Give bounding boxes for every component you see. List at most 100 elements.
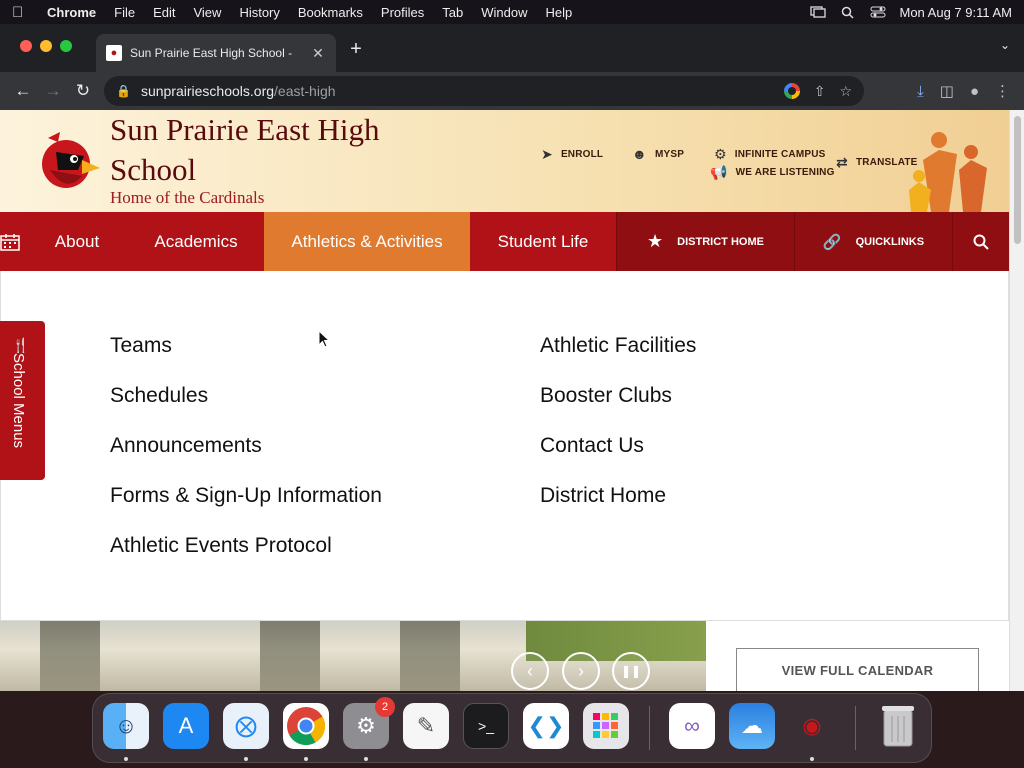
google-lens-icon[interactable] [783, 83, 800, 99]
nav-academics[interactable]: Academics [128, 212, 264, 271]
screen-mirroring-icon[interactable] [809, 6, 826, 18]
dropdown-link-announcements[interactable]: Announcements [110, 434, 262, 458]
zoom-window-button[interactable] [60, 40, 72, 52]
menu-bookmarks[interactable]: Bookmarks [289, 5, 372, 20]
we-are-listening-label: WE ARE LISTENING [735, 167, 835, 178]
quicklinks-label: QUICKLINKS [855, 235, 925, 248]
translate-icon: ⇄ [836, 154, 848, 170]
web-page: Sun Prairie East High School Home of the… [0, 110, 1024, 691]
dock-app-store-icon[interactable]: A [163, 703, 209, 749]
dock-vscode-icon[interactable]: ❮❯ [523, 703, 569, 749]
macos-dock: ☺ A ⨂ ⚙ 2 ✎ >_ ❮❯ ∞ ☁ ◉ [92, 693, 932, 763]
spotlight-search-icon[interactable] [840, 6, 856, 19]
nav-district-home[interactable]: ★ DISTRICT HOME [616, 212, 794, 271]
mysp-link[interactable]: ☻ MYSP [632, 146, 684, 162]
scrollbar-thumb[interactable] [1014, 116, 1021, 244]
translate-link[interactable]: ⇄ TRANSLATE [836, 154, 918, 171]
dock-chrome-icon[interactable] [283, 703, 329, 749]
chrome-menu-icon[interactable]: ⋮ [995, 82, 1010, 100]
nav-quicklinks[interactable]: 🔗 QUICKLINKS [794, 212, 952, 271]
apple-menu-icon[interactable]:  [12, 4, 38, 21]
dock-terminal-icon[interactable]: >_ [463, 703, 509, 749]
bookmark-star-icon[interactable]: ☆ [839, 83, 852, 100]
page-scrollbar[interactable] [1009, 110, 1024, 691]
nav-student-life[interactable]: Student Life [470, 212, 616, 271]
view-full-calendar-button[interactable]: VIEW FULL CALENDAR [736, 648, 979, 691]
dock-weather-icon[interactable]: ☁ [729, 703, 775, 749]
lock-icon[interactable]: 🔒 [116, 84, 131, 98]
running-indicator [244, 757, 248, 761]
dock-trash-icon[interactable] [875, 703, 921, 749]
macos-menubar:  Chrome File Edit View History Bookmark… [0, 0, 1024, 24]
cardinal-logo-icon[interactable] [38, 130, 102, 192]
dropdown-link-teams[interactable]: Teams [110, 334, 172, 358]
chrome-window: ● Sun Prairie East High School - ✕ + ⌄ ←… [0, 24, 1024, 691]
share-icon[interactable]: ⇧ [814, 83, 826, 100]
district-logo-icon: ★ [647, 231, 664, 251]
enroll-link[interactable]: ➤ ENROLL [541, 146, 603, 163]
side-panel-icon[interactable]: ◫ [940, 82, 954, 100]
athletics-dropdown-menu: Teams Schedules Announcements Forms & Si… [0, 271, 1009, 621]
school-tagline: Home of the Cardinals [110, 188, 265, 207]
nav-athletics-activities[interactable]: Athletics & Activities [264, 212, 470, 271]
dock-textedit-icon[interactable]: ✎ [403, 703, 449, 749]
gear-icon: ⚙ [714, 146, 727, 162]
new-tab-button[interactable]: + [344, 38, 368, 61]
menu-file[interactable]: File [105, 5, 144, 20]
dock-safari-icon[interactable]: ⨂ [223, 703, 269, 749]
close-tab-icon[interactable]: ✕ [310, 45, 326, 62]
hero-column [260, 621, 320, 691]
enroll-label: ENROLL [560, 149, 604, 160]
reload-button[interactable]: ↻ [68, 77, 98, 105]
dock-finder-icon[interactable]: ☺ [103, 703, 149, 749]
menu-app-name[interactable]: Chrome [38, 5, 105, 20]
dropdown-link-events-protocol[interactable]: Athletic Events Protocol [110, 534, 332, 558]
dropdown-link-schedules[interactable]: Schedules [110, 384, 208, 408]
carousel-prev-button[interactable]: ‹ [511, 652, 549, 690]
carousel-next-button[interactable]: › [562, 652, 600, 690]
infinite-campus-link[interactable]: ⚙ INFINITE CAMPUS [714, 146, 826, 163]
dropdown-link-district-home[interactable]: District Home [540, 484, 666, 508]
dropdown-link-contact-us[interactable]: Contact Us [540, 434, 644, 458]
mouse-pointer-icon [318, 330, 330, 348]
site-search-button[interactable] [952, 212, 1009, 271]
menu-help[interactable]: Help [537, 5, 582, 20]
control-center-icon[interactable] [870, 6, 886, 18]
infinite-campus-label: INFINITE CAMPUS [734, 149, 826, 160]
nav-about[interactable]: About [26, 212, 128, 271]
back-button[interactable]: ← [8, 77, 38, 105]
dock-separator [649, 706, 650, 750]
minimize-window-button[interactable] [40, 40, 52, 52]
dropdown-link-forms[interactable]: Forms & Sign-Up Information [110, 484, 382, 508]
dock-package-icon[interactable]: ◉ [789, 703, 835, 749]
url-host: sunprairieschools.org [140, 83, 275, 99]
search-icon [973, 234, 989, 250]
close-window-button[interactable] [20, 40, 32, 52]
dock-system-settings-icon[interactable]: ⚙ 2 [343, 697, 395, 749]
tab-strip: ● Sun Prairie East High School - ✕ + ⌄ [0, 24, 1024, 72]
tab-search-chevron-icon[interactable]: ⌄ [1000, 38, 1010, 52]
menu-profiles[interactable]: Profiles [372, 5, 433, 20]
we-are-listening-link[interactable]: 📢 WE ARE LISTENING [710, 164, 835, 181]
carousel-pause-button[interactable]: ❚❚ [612, 652, 650, 690]
menubar-clock[interactable]: Mon Aug 7 9:11 AM [900, 5, 1013, 20]
menu-edit[interactable]: Edit [144, 5, 184, 20]
menu-tab[interactable]: Tab [433, 5, 472, 20]
school-menus-tab[interactable]: 🍴 School Menus [0, 321, 45, 480]
browser-tab-active[interactable]: ● Sun Prairie East High School - ✕ [96, 34, 336, 72]
school-name[interactable]: Sun Prairie East High School [110, 110, 430, 190]
profile-avatar-icon[interactable]: ● [970, 83, 979, 100]
dropdown-link-booster-clubs[interactable]: Booster Clubs [540, 384, 672, 408]
forward-button[interactable]: → [38, 77, 68, 105]
menu-history[interactable]: History [230, 5, 288, 20]
dropdown-link-facilities[interactable]: Athletic Facilities [540, 334, 696, 358]
address-bar[interactable]: 🔒 sunprairieschools.org/east-high ⇧ ☆ [104, 76, 864, 106]
dock-launchpad-icon[interactable] [583, 703, 629, 749]
cardinal-favicon-icon: ● [106, 45, 122, 61]
running-indicator [810, 757, 814, 761]
menu-view[interactable]: View [184, 5, 230, 20]
menu-window[interactable]: Window [472, 5, 536, 20]
dock-visual-studio-icon[interactable]: ∞ [669, 703, 715, 749]
downloads-icon[interactable]: ⤓ [917, 83, 924, 100]
calendar-nav-icon[interactable] [0, 212, 26, 271]
